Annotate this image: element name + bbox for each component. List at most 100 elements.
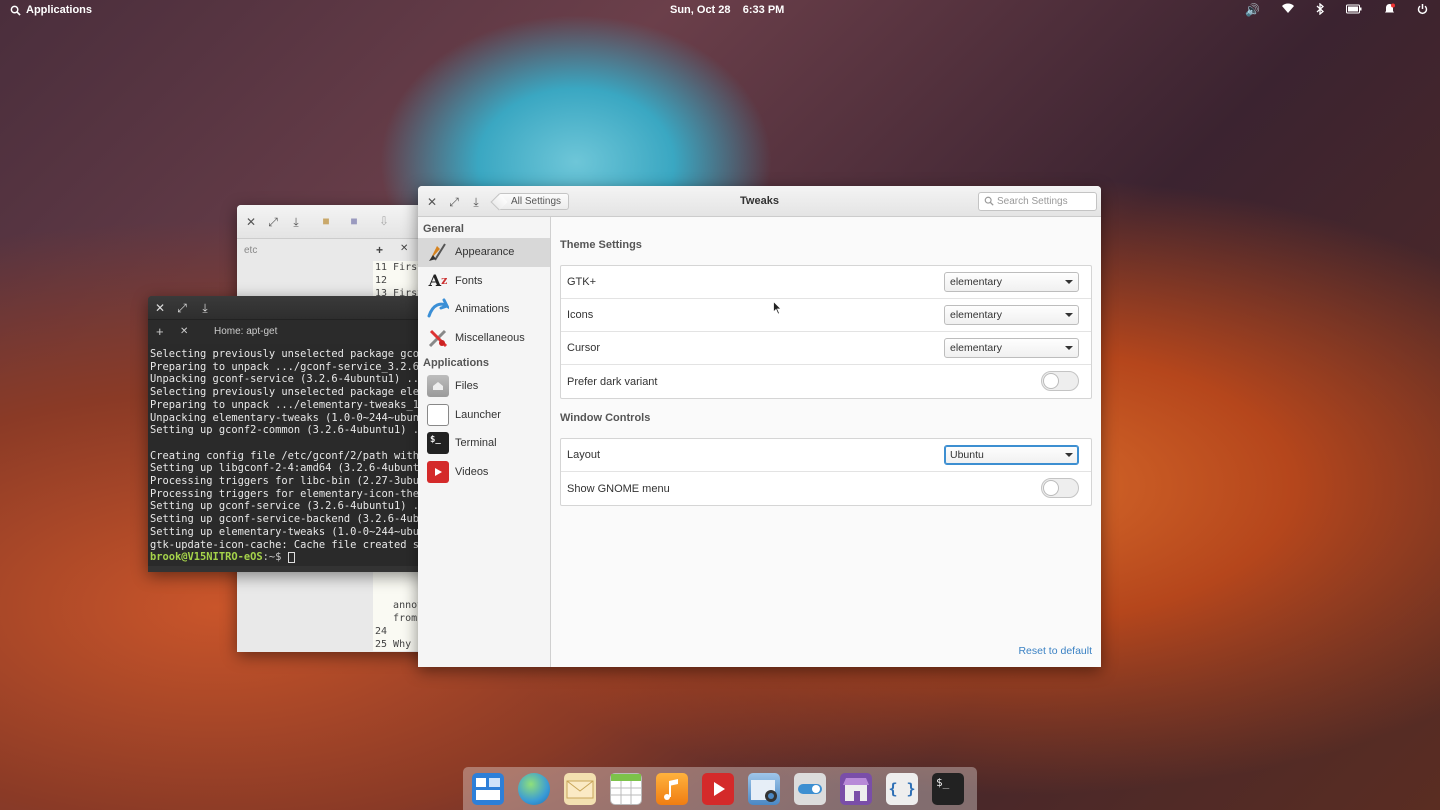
- power-icon[interactable]: [1417, 3, 1428, 18]
- videos-icon[interactable]: [702, 773, 734, 805]
- terminal-icon[interactable]: $_: [932, 773, 964, 805]
- new-tab-button[interactable]: +: [376, 243, 383, 257]
- sidebar-item-label: Files: [455, 380, 479, 393]
- download-icon[interactable]: ⤓: [198, 301, 212, 315]
- sidebar: General Appearance Az Fonts Animations M…: [418, 217, 551, 667]
- photos-icon[interactable]: [748, 773, 780, 805]
- terminal-titlebar[interactable]: ✕ ⤢ ⤓: [148, 296, 428, 320]
- indicator-area: 🔊: [1245, 2, 1428, 18]
- sidebar-item-files[interactable]: Files: [418, 372, 550, 401]
- save-icon[interactable]: ⇩: [377, 214, 391, 228]
- sidebar-item-label: Miscellaneous: [455, 331, 525, 344]
- icons-row: Icons elementary: [561, 299, 1091, 332]
- close-icon[interactable]: ✕: [153, 301, 167, 315]
- gtk-theme-dropdown[interactable]: elementary: [944, 272, 1079, 292]
- close-icon[interactable]: ✕: [244, 215, 258, 229]
- videos-icon: [427, 460, 449, 483]
- folder-open-icon[interactable]: ■: [347, 214, 361, 228]
- reset-to-default-link[interactable]: Reset to default: [1018, 645, 1092, 657]
- sidebar-item-miscellaneous[interactable]: Miscellaneous: [418, 324, 550, 353]
- terminal-output[interactable]: Selecting previously unselected package …: [148, 344, 428, 566]
- bluetooth-icon[interactable]: [1316, 2, 1324, 18]
- chevron-down-icon: [1065, 453, 1073, 457]
- appearance-icon: [427, 241, 449, 263]
- maximize-icon[interactable]: ⤢: [175, 301, 189, 315]
- sidebar-heading-general: General: [423, 223, 464, 235]
- fonts-icon: Az: [428, 271, 448, 291]
- system-settings-icon[interactable]: [794, 773, 826, 805]
- terminal-line: gtk-update-icon-cache: Cache file create…: [150, 538, 428, 551]
- sidebar-item-animations[interactable]: Animations: [418, 295, 550, 324]
- calendar-icon[interactable]: [610, 773, 642, 805]
- gtk-row: GTK+ elementary: [561, 266, 1091, 299]
- sidebar-item-terminal[interactable]: $_ Terminal: [418, 429, 550, 458]
- terminal-line: Preparing to unpack .../elementary-tweak…: [150, 398, 428, 411]
- sidebar-item-launcher[interactable]: Launcher: [418, 401, 550, 430]
- all-settings-button[interactable]: All Settings: [498, 193, 570, 210]
- close-icon[interactable]: ✕: [425, 195, 439, 209]
- terminal-line: Preparing to unpack .../gconf-service_3.…: [150, 360, 428, 373]
- close-tab-icon[interactable]: ✕: [400, 243, 408, 254]
- applications-menu[interactable]: Applications: [10, 4, 92, 16]
- battery-icon[interactable]: [1346, 3, 1362, 18]
- gnome-menu-row: Show GNOME menu: [561, 472, 1091, 505]
- terminal-tab-title[interactable]: Home: apt-get: [214, 326, 277, 337]
- clock[interactable]: Sun, Oct 28 6:33 PM: [670, 4, 784, 16]
- terminal-window[interactable]: ✕ ⤢ ⤓ + ✕ Home: apt-get Selecting previo…: [148, 296, 428, 572]
- appcenter-icon[interactable]: [840, 773, 872, 805]
- layout-dropdown[interactable]: Ubuntu: [944, 445, 1079, 465]
- sidebar-item-label: Appearance: [455, 246, 515, 259]
- music-icon[interactable]: [656, 773, 688, 805]
- editor-titlebar[interactable]: ✕ ⤢ ⤓ ■ ■ ⇩: [237, 205, 437, 239]
- volume-icon[interactable]: 🔊: [1245, 3, 1260, 18]
- toggle-knob: [1043, 373, 1059, 389]
- terminal-line: Setting up gconf-service (3.2.6-4ubuntu1…: [150, 500, 428, 513]
- download-icon[interactable]: ⤓: [289, 215, 303, 229]
- code-icon[interactable]: { }: [886, 773, 918, 805]
- chevron-down-icon: [1065, 313, 1073, 317]
- sidebar-item-fonts[interactable]: Az Fonts: [418, 267, 550, 296]
- gnome-menu-toggle[interactable]: [1041, 478, 1079, 498]
- sidebar-item-videos[interactable]: Videos: [418, 458, 550, 487]
- terminal-prompt[interactable]: brook@V15NITRO-eOS:~$: [150, 551, 426, 564]
- icon-theme-dropdown[interactable]: elementary: [944, 305, 1079, 325]
- tweaks-window[interactable]: ✕ ⤢ ⤓ All Settings Tweaks Search Setting…: [418, 186, 1101, 667]
- notification-icon[interactable]: [1384, 3, 1395, 18]
- close-tab-icon[interactable]: ✕: [180, 326, 188, 337]
- layout-value: Ubuntu: [950, 449, 984, 461]
- cursor-theme-dropdown[interactable]: elementary: [944, 338, 1079, 358]
- terminal-line: Setting up elementary-tweaks (1.0-0~244~…: [150, 525, 428, 538]
- folder-icon[interactable]: ■: [319, 214, 333, 228]
- download-icon[interactable]: ⤓: [469, 195, 483, 209]
- theme-settings-card: GTK+ elementary Icons elementary Cursor …: [560, 265, 1092, 399]
- terminal-line: Processing triggers for libc-bin (2.27-3…: [150, 475, 428, 488]
- terminal-line: Selecting previously unselected package …: [150, 386, 428, 399]
- prompt-path: :~$: [262, 551, 288, 564]
- cursor-row: Cursor elementary: [561, 332, 1091, 365]
- folder-label: etc: [244, 245, 258, 256]
- search-input[interactable]: Search Settings: [978, 192, 1097, 211]
- sidebar-item-label: Animations: [455, 303, 510, 316]
- text-cursor: [287, 551, 295, 563]
- search-icon: [10, 5, 21, 16]
- tweaks-titlebar[interactable]: ✕ ⤢ ⤓ All Settings Tweaks Search Setting…: [418, 186, 1101, 217]
- applications-label: Applications: [26, 4, 93, 16]
- icon-theme-value: elementary: [950, 309, 1002, 321]
- window-controls-card: Layout Ubuntu Show GNOME menu: [560, 438, 1092, 506]
- maximize-icon[interactable]: ⤢: [266, 215, 280, 229]
- wifi-icon[interactable]: [1282, 3, 1294, 18]
- web-browser-icon[interactable]: [518, 773, 550, 805]
- cursor-theme-value: elementary: [950, 342, 1002, 354]
- maximize-icon[interactable]: ⤢: [447, 195, 461, 209]
- gtk-label: GTK+: [567, 276, 597, 288]
- sidebar-item-appearance[interactable]: Appearance: [418, 238, 550, 267]
- layout-label: Layout: [567, 449, 601, 461]
- new-tab-button[interactable]: +: [156, 324, 164, 339]
- terminal-tab-bar: + ✕ Home: apt-get: [148, 320, 428, 344]
- sidebar-item-label: Terminal: [455, 437, 497, 450]
- animations-icon: [427, 298, 449, 320]
- dark-variant-toggle[interactable]: [1041, 371, 1079, 391]
- sidebar-item-label: Videos: [455, 465, 489, 478]
- multitasking-view-icon[interactable]: [472, 773, 504, 805]
- mail-icon[interactable]: [564, 773, 596, 805]
